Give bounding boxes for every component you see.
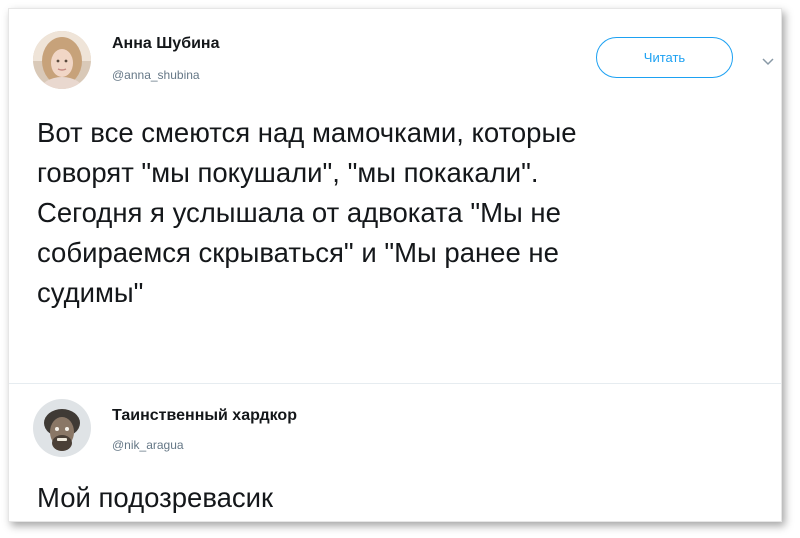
author-name[interactable]: Анна Шубина [112, 35, 219, 53]
tweet-screenshot-card: Анна Шубина @anna_shubina Читать Вот все… [8, 8, 782, 522]
author-handle[interactable]: @nik_aragua [112, 438, 184, 452]
tweet-text: Вот все смеются над мамочками, которые г… [37, 117, 577, 308]
tweet-text: Мой подозревасик [37, 482, 274, 513]
follow-button-label: Читать [643, 50, 686, 65]
chevron-down-icon[interactable] [761, 54, 775, 66]
author-handle[interactable]: @anna_shubina [112, 68, 200, 82]
avatar-anna[interactable] [33, 31, 91, 89]
avatar-nik[interactable] [33, 399, 91, 457]
tweet-divider [9, 383, 781, 384]
follow-button[interactable]: Читать [596, 37, 733, 78]
author-name[interactable]: Таинственный хардкор [112, 407, 297, 425]
